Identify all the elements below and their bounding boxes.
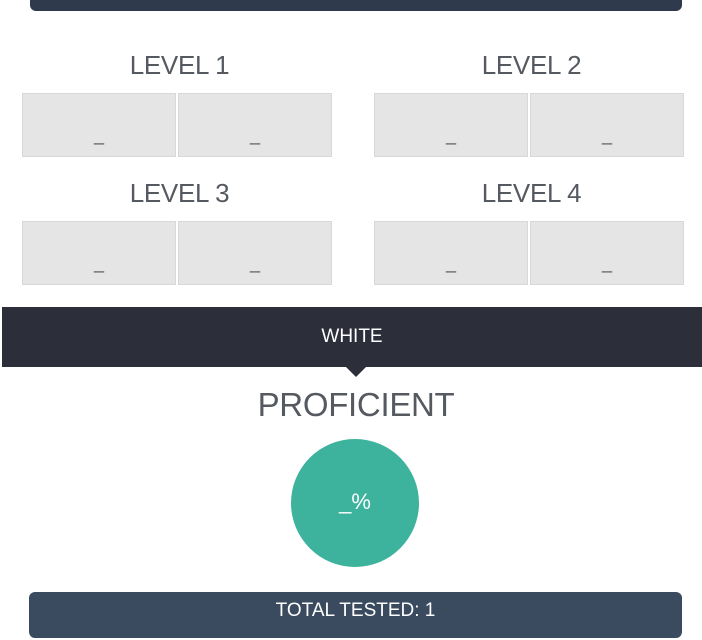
level-4-value-box-2: _: [530, 221, 684, 285]
level-1-value-box-1: _: [22, 93, 176, 157]
level-4-value-1: _: [445, 253, 456, 273]
total-tested-bar: TOTAL TESTED: 1: [29, 592, 682, 638]
proficient-title: PROFICIENT: [257, 386, 455, 423]
group-label: WHITE: [321, 326, 383, 347]
level-2-value-2: _: [601, 125, 612, 145]
level-1-value-2: _: [249, 125, 260, 145]
level-4-value-2: _: [601, 253, 612, 273]
level-3-value-box-2: _: [178, 221, 332, 285]
level-3-title: LEVEL 3: [129, 178, 230, 208]
level-4-panel: LEVEL 4 _ _: [374, 175, 689, 285]
level-3-value-box-1: _: [22, 221, 176, 285]
level-4-title: LEVEL 4: [481, 178, 582, 208]
level-3-value-2: _: [249, 253, 260, 273]
level-1-title: LEVEL 1: [129, 50, 230, 80]
level-2-panel: LEVEL 2 _ _: [374, 47, 689, 157]
level-3-value-1: _: [93, 253, 104, 273]
proficiency-percent-circle: _%: [291, 439, 419, 567]
group-banner: WHITE: [2, 307, 702, 367]
level-1-value-1: _: [93, 125, 104, 145]
proficiency-percent-value: _%: [339, 489, 371, 514]
banner-pointer-arrow: [345, 366, 367, 377]
level-2-title: LEVEL 2: [481, 50, 582, 80]
level-1-value-box-2: _: [178, 93, 332, 157]
top-header-bar: [30, 0, 682, 11]
level-3-panel: LEVEL 3 _ _: [22, 175, 337, 285]
level-2-value-box-1: _: [374, 93, 528, 157]
level-2-value-1: _: [445, 125, 456, 145]
level-2-value-box-2: _: [530, 93, 684, 157]
level-1-panel: LEVEL 1 _ _: [22, 47, 337, 157]
total-tested-label: TOTAL TESTED: 1: [275, 600, 436, 621]
level-4-value-box-1: _: [374, 221, 528, 285]
